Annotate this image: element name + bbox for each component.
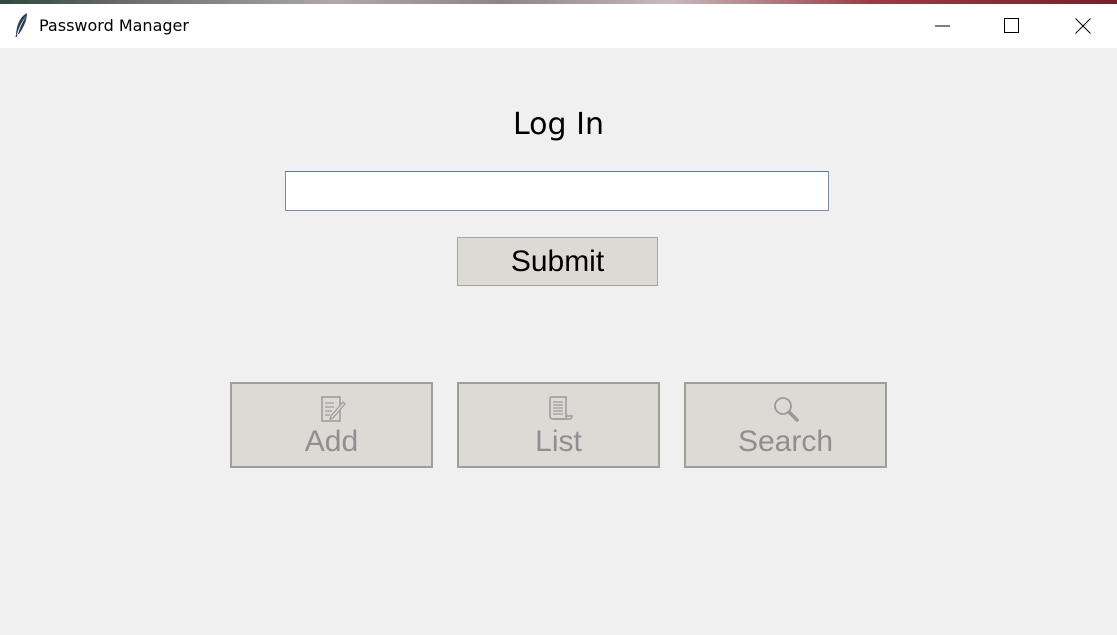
close-icon [1075,18,1091,34]
window-title: Password Manager [39,16,189,35]
maximize-icon [1004,18,1019,33]
list-button-label: List [535,425,582,458]
edit-note-icon [232,394,431,424]
app-window: Password Manager Log In Submit Add List … [0,0,1117,635]
login-heading: Log In [513,107,604,142]
list-button[interactable]: List [457,382,660,468]
feather-icon [14,12,30,38]
password-input[interactable] [285,171,829,211]
title-bar[interactable]: Password Manager [0,4,1117,48]
submit-button[interactable]: Submit [457,237,658,286]
scroll-list-icon [459,394,658,424]
magnifier-icon [686,394,885,424]
minimize-icon [935,25,950,27]
search-button-label: Search [737,425,834,458]
minimize-button[interactable] [920,4,966,48]
add-button-label: Add [304,425,359,458]
add-button[interactable]: Add [230,382,433,468]
maximize-button[interactable] [989,4,1035,48]
close-button[interactable] [1060,4,1106,48]
search-button[interactable]: Search [684,382,887,468]
